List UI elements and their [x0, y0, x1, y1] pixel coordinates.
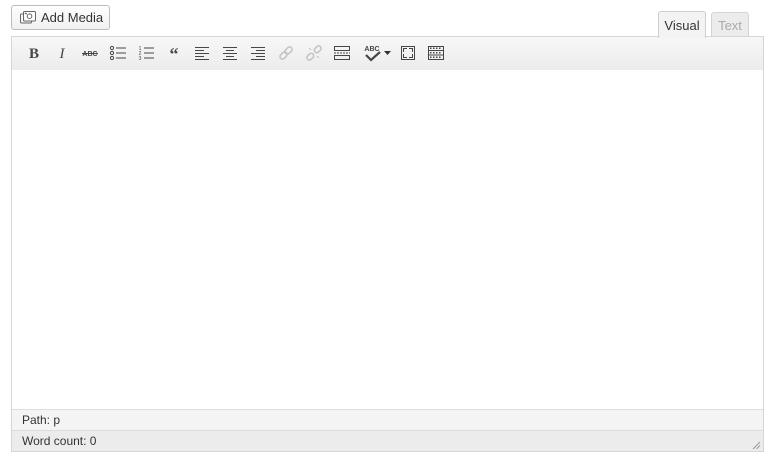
spellcheck-button[interactable]: ABC [360, 42, 394, 64]
bulleted-list-button[interactable] [106, 42, 130, 64]
media-camera-icon [20, 10, 36, 25]
svg-text:I: I [59, 46, 66, 61]
svg-text:3: 3 [139, 56, 142, 61]
link-icon [278, 45, 294, 61]
strikethrough-button[interactable]: ABC [78, 42, 102, 64]
chevron-down-icon [383, 49, 392, 57]
tab-text-label: Text [718, 17, 742, 33]
resize-handle-icon[interactable] [751, 439, 761, 450]
add-media-button[interactable]: Add Media [11, 5, 110, 30]
numbered-list-button[interactable]: 1 2 3 [134, 42, 158, 64]
path-bar: Path: p [12, 409, 763, 430]
spellcheck-icon: ABC [363, 44, 383, 62]
blockquote-button[interactable]: “ [162, 42, 186, 64]
svg-text:“: “ [170, 45, 179, 61]
align-left-button[interactable] [190, 42, 214, 64]
word-count: Word count: 0 [22, 434, 97, 448]
remove-link-button[interactable] [302, 42, 326, 64]
word-count-bar: Word count: 0 [12, 430, 763, 451]
bullet-list-icon [109, 45, 127, 61]
read-more-button[interactable] [330, 42, 354, 64]
bold-button[interactable]: B [22, 42, 46, 64]
svg-text:B: B [29, 46, 39, 61]
align-right-button[interactable] [246, 42, 270, 64]
kitchen-sink-icon [427, 45, 445, 61]
blockquote-icon: “ [166, 45, 182, 61]
align-center-button[interactable] [218, 42, 242, 64]
fullscreen-button[interactable] [396, 42, 420, 64]
strikethrough-icon: ABC [80, 45, 100, 61]
unlink-icon [306, 45, 322, 61]
numbered-list-icon: 1 2 3 [137, 45, 155, 61]
element-path: Path: p [22, 413, 61, 427]
insert-link-button[interactable] [274, 42, 298, 64]
tab-text[interactable]: Text [711, 12, 749, 37]
read-more-icon [333, 45, 351, 61]
add-media-label: Add Media [41, 10, 104, 25]
editor-page: Add Media Visual Text B I ABC 1 2 3 “ AB… [0, 0, 772, 458]
align-left-icon [194, 45, 210, 61]
kitchen-sink-button[interactable] [424, 42, 448, 64]
spellcheck-glyph: ABC [364, 46, 379, 53]
align-center-icon [222, 45, 238, 61]
fullscreen-icon [400, 45, 416, 61]
tab-visual-label: Visual [664, 17, 700, 33]
align-right-icon [250, 45, 266, 61]
editor-box: B I ABC 1 2 3 “ ABC Path: p Word count: … [11, 36, 764, 452]
bold-icon: B [27, 45, 41, 61]
italic-icon: I [55, 45, 69, 61]
editor-toolbar: B I ABC 1 2 3 “ ABC [12, 37, 763, 71]
tab-visual[interactable]: Visual [658, 11, 706, 38]
editor-content-area[interactable] [12, 70, 763, 409]
italic-button[interactable]: I [50, 42, 74, 64]
strikethrough-glyph: ABC [82, 51, 97, 58]
